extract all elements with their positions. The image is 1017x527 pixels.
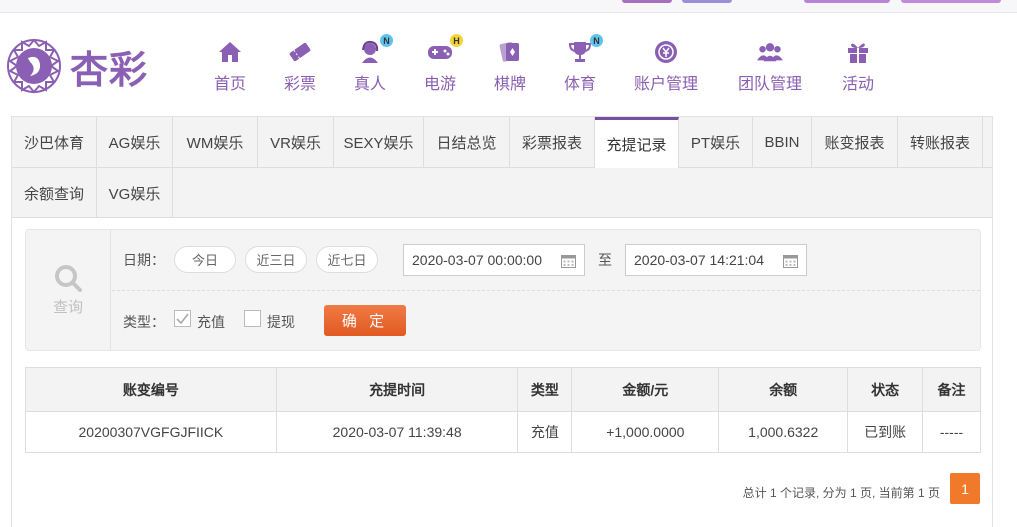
tab-vg[interactable]: VG娱乐 xyxy=(97,168,173,218)
tab-lottery-report[interactable]: 彩票报表 xyxy=(510,117,595,167)
team-icon xyxy=(757,40,783,64)
cell-transaction-id: 20200307VGFGJFIICK xyxy=(25,411,277,453)
cards-icon xyxy=(497,40,523,64)
search-side: 查询 xyxy=(26,230,111,350)
gamepad-icon: H xyxy=(427,34,463,64)
tab-account-change-report[interactable]: 账变报表 xyxy=(812,117,898,167)
top-strip xyxy=(0,0,1017,13)
pager-info: 总计 1 个记录, 分为 1 页, 当前第 1 页 xyxy=(742,486,940,500)
deposit-checkbox[interactable] xyxy=(174,310,191,327)
deposit-label: 充值 xyxy=(197,314,225,330)
tab-wm[interactable]: WM娱乐 xyxy=(173,117,258,167)
col-type: 类型 xyxy=(517,367,573,412)
tab-sexy[interactable]: SEXY娱乐 xyxy=(334,117,424,167)
nav-account[interactable]: 账户管理 xyxy=(634,40,698,94)
tab-saba-sports[interactable]: 沙巴体育 xyxy=(12,117,97,167)
search-side-label: 查询 xyxy=(52,298,83,316)
tab-ag[interactable]: AG娱乐 xyxy=(97,117,173,167)
top-button-2[interactable] xyxy=(682,0,732,3)
hot-badge: H xyxy=(450,34,463,47)
confirm-button[interactable]: 确 定 xyxy=(324,305,406,336)
calendar-icon[interactable] xyxy=(561,253,576,268)
account-icon xyxy=(653,40,679,64)
cell-status: 已到账 xyxy=(847,411,924,453)
row-divider xyxy=(112,290,980,291)
end-date-input[interactable]: 2020-03-07 14:21:04 xyxy=(625,244,807,276)
report-tabs: 沙巴体育 AG娱乐 WM娱乐 VR娱乐 SEXY娱乐 日结总览 彩票报表 充提记… xyxy=(12,117,992,218)
col-status: 状态 xyxy=(847,367,924,412)
gift-icon xyxy=(845,40,871,64)
logo-emblem-icon xyxy=(7,38,61,94)
tab-bbin[interactable]: BBIN xyxy=(753,117,812,167)
tab-deposit-withdraw-records[interactable]: 充提记录 xyxy=(595,117,679,168)
nav-sports[interactable]: N 体育 xyxy=(564,34,603,94)
nav-label: 彩票 xyxy=(284,76,317,93)
new-badge: N xyxy=(380,34,393,47)
type-label: 类型： xyxy=(123,314,165,330)
records-table: 账变编号 充提时间 类型 金额/元 余额 状态 备注 20200307VGFGJ… xyxy=(25,367,981,453)
nav-promotions[interactable]: 活动 xyxy=(842,40,874,94)
tab-vr[interactable]: VR娱乐 xyxy=(258,117,334,167)
top-button-4[interactable] xyxy=(901,0,1001,3)
report-panel: 沙巴体育 AG娱乐 WM娱乐 VR娱乐 SEXY娱乐 日结总览 彩票报表 充提记… xyxy=(11,116,993,527)
cell-remark: ----- xyxy=(922,411,981,453)
cell-type: 充值 xyxy=(517,411,573,453)
col-transaction-id: 账变编号 xyxy=(25,367,277,412)
top-button-3[interactable] xyxy=(804,0,890,3)
date-label: 日期： xyxy=(123,252,165,268)
col-remark: 备注 xyxy=(922,367,981,412)
tab-pt[interactable]: PT娱乐 xyxy=(679,117,753,167)
checkmark-icon xyxy=(176,313,189,325)
live-dealer-icon: N xyxy=(357,34,393,64)
nav-label: 体育 xyxy=(564,76,597,93)
range-3days-button[interactable]: 近三日 xyxy=(245,246,307,273)
col-time: 充提时间 xyxy=(275,367,519,412)
nav-lottery[interactable]: 彩票 xyxy=(284,40,316,94)
nav-team[interactable]: 团队管理 xyxy=(738,40,802,94)
range-7days-button[interactable]: 近七日 xyxy=(316,246,378,273)
col-amount: 金额/元 xyxy=(571,367,720,412)
brand-name: 杏彩 xyxy=(70,46,149,92)
table-header-row: 账变编号 充提时间 类型 金额/元 余额 状态 备注 xyxy=(25,367,981,412)
home-icon xyxy=(217,40,243,64)
range-today-button[interactable]: 今日 xyxy=(174,246,236,273)
table-row: 20200307VGFGJFIICK 2020-03-07 11:39:48 充… xyxy=(25,411,981,453)
lottery-ticket-icon xyxy=(287,40,313,64)
nav-label: 活动 xyxy=(842,76,875,93)
brand-logo[interactable]: 杏彩 xyxy=(4,36,148,96)
calendar-icon[interactable] xyxy=(783,253,798,268)
tab-daily-summary[interactable]: 日结总览 xyxy=(424,117,510,167)
nav-live[interactable]: N 真人 xyxy=(354,34,393,94)
page-1-button[interactable]: 1 xyxy=(950,473,980,504)
nav-label: 首页 xyxy=(214,76,247,93)
col-balance: 余额 xyxy=(718,367,849,412)
nav-home[interactable]: 首页 xyxy=(214,40,246,94)
nav-label: 棋牌 xyxy=(494,76,527,93)
start-date-input[interactable]: 2020-03-07 00:00:00 xyxy=(403,244,585,276)
nav-label: 账户管理 xyxy=(634,76,699,93)
withdraw-label: 提现 xyxy=(267,314,295,330)
cell-amount: +1,000.0000 xyxy=(571,411,720,453)
new-badge: N xyxy=(590,34,603,47)
top-button-1[interactable] xyxy=(622,0,672,3)
to-label: 至 xyxy=(598,252,612,268)
nav-label: 真人 xyxy=(354,76,387,93)
tab-balance-query[interactable]: 余额查询 xyxy=(12,168,97,218)
search-icon xyxy=(55,264,82,292)
nav-label: 团队管理 xyxy=(738,76,803,93)
nav-label: 电游 xyxy=(424,76,457,93)
cell-balance: 1,000.6322 xyxy=(718,411,849,453)
search-form: 查询 日期： 今日 近三日 近七日 2020-03-07 00:00:00 至 … xyxy=(25,229,981,351)
nav-cards[interactable]: 棋牌 xyxy=(494,40,526,94)
cell-time: 2020-03-07 11:39:48 xyxy=(275,411,519,453)
trophy-icon: N xyxy=(567,34,603,64)
withdraw-checkbox[interactable] xyxy=(244,310,261,327)
nav-slots[interactable]: H 电游 xyxy=(424,34,463,94)
tab-transfer-report[interactable]: 转账报表 xyxy=(898,117,983,167)
